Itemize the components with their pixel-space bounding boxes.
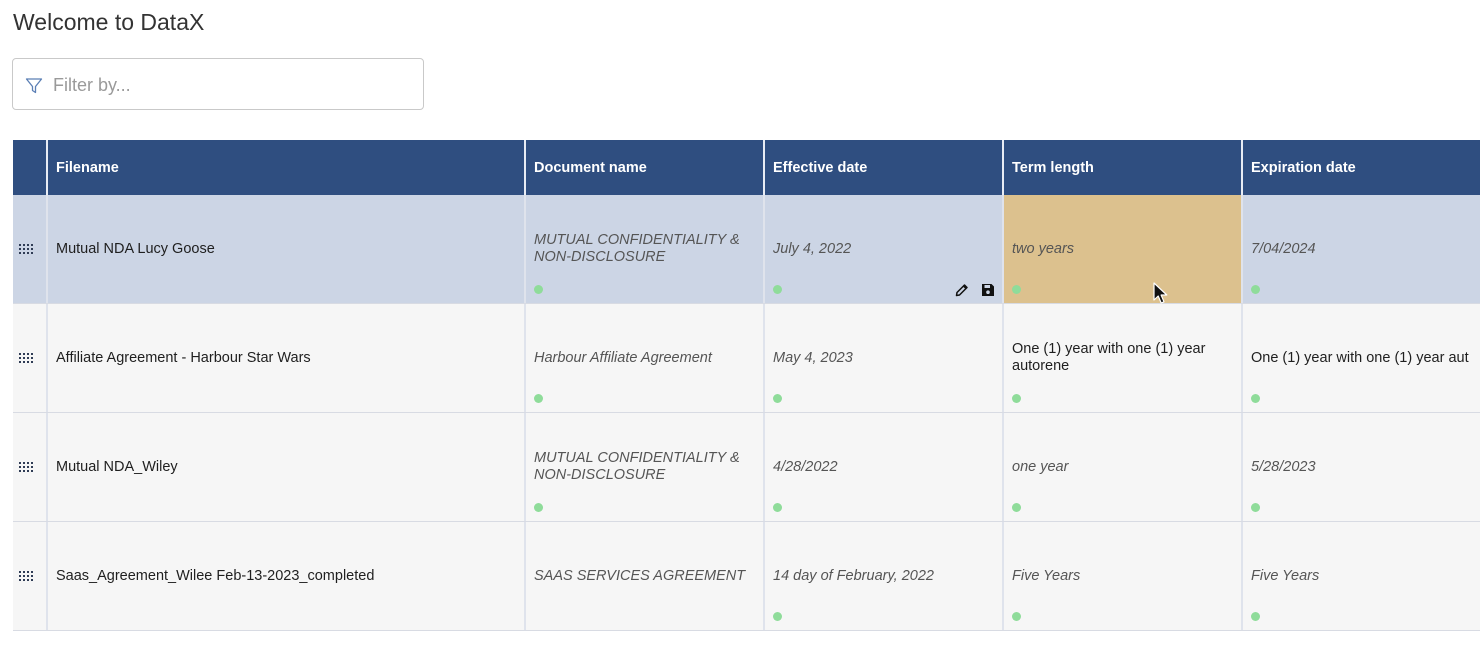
effective-date-text: 14 day of February, 2022	[773, 567, 934, 584]
documents-table: Filename Document name Effective date Te…	[13, 140, 1480, 631]
expiration-date-cell[interactable]: Five Years	[1243, 522, 1480, 630]
column-header-document-name[interactable]: Document name	[526, 140, 765, 195]
status-dot	[534, 503, 543, 512]
expiration-date-cell[interactable]: 7/04/2024	[1243, 195, 1480, 303]
filename-cell[interactable]: Saas_Agreement_Wilee Feb-13-2023_complet…	[48, 522, 526, 630]
filename-cell[interactable]: Mutual NDA_Wiley	[48, 413, 526, 521]
table-row[interactable]: Mutual NDA Lucy Goose MUTUAL CONFIDENTIA…	[13, 195, 1480, 304]
drag-handle-icon	[18, 462, 33, 472]
term-length-cell[interactable]: Five Years	[1004, 522, 1243, 630]
cell-actions	[954, 282, 996, 298]
status-dot	[534, 285, 543, 294]
filename-text: Saas_Agreement_Wilee Feb-13-2023_complet…	[56, 567, 375, 584]
column-header-effective-date[interactable]: Effective date	[765, 140, 1004, 195]
term-length-text: two years	[1012, 240, 1075, 257]
document-name-text: MUTUAL CONFIDENTIALITY & NON-DISCLOSURE	[534, 450, 740, 483]
drag-handle-icon	[18, 244, 33, 254]
status-dot	[1251, 612, 1260, 621]
row-drag-handle[interactable]	[13, 195, 48, 303]
expiration-date-text: One (1) year with one (1) year aut	[1251, 349, 1469, 366]
mouse-cursor-icon	[1153, 282, 1168, 304]
filename-text: Affiliate Agreement - Harbour Star Wars	[56, 349, 311, 366]
status-dot	[1012, 612, 1021, 621]
effective-date-cell[interactable]: 14 day of February, 2022	[765, 522, 1004, 630]
status-dot	[773, 503, 782, 512]
status-dot	[773, 612, 782, 621]
filter-box[interactable]	[12, 58, 424, 111]
table-row[interactable]: Saas_Agreement_Wilee Feb-13-2023_complet…	[13, 522, 1480, 631]
page-title: Welcome to DataX	[13, 9, 205, 35]
document-name-cell[interactable]: MUTUAL CONFIDENTIALITY & NON-DISCLOSURE	[526, 413, 765, 521]
filename-cell[interactable]: Affiliate Agreement - Harbour Star Wars	[48, 304, 526, 412]
status-dot	[1251, 394, 1260, 403]
status-dot	[773, 285, 782, 294]
document-name-cell[interactable]: SAAS SERVICES AGREEMENT	[526, 522, 765, 630]
term-length-cell[interactable]: One (1) year with one (1) year autorene	[1004, 304, 1243, 412]
effective-date-text: May 4, 2023	[773, 349, 853, 366]
status-dot	[1012, 503, 1021, 512]
term-length-cell[interactable]: one year	[1004, 413, 1243, 521]
row-drag-handle[interactable]	[13, 413, 48, 521]
status-dot	[773, 394, 782, 403]
drag-handle-icon	[18, 571, 33, 581]
row-drag-handle[interactable]	[13, 304, 48, 412]
term-length-text: One (1) year with one (1) year autorene	[1012, 341, 1206, 374]
column-header-term-length[interactable]: Term length	[1004, 140, 1243, 195]
status-dot	[1251, 285, 1260, 294]
drag-handle-icon	[18, 353, 33, 363]
column-header-expiration-date[interactable]: Expiration date	[1243, 140, 1480, 195]
effective-date-cell[interactable]: July 4, 2022	[765, 195, 1004, 303]
document-name-text: MUTUAL CONFIDENTIALITY & NON-DISCLOSURE	[534, 232, 740, 265]
expiration-date-text: 5/28/2023	[1251, 458, 1316, 475]
table-row[interactable]: Mutual NDA_Wiley MUTUAL CONFIDENTIALITY …	[13, 413, 1480, 522]
status-dot	[1012, 394, 1021, 403]
document-name-text: Harbour Affiliate Agreement	[534, 349, 712, 366]
row-drag-handle[interactable]	[13, 522, 48, 630]
expiration-date-cell[interactable]: One (1) year with one (1) year aut	[1243, 304, 1480, 412]
document-name-text: SAAS SERVICES AGREEMENT	[534, 567, 746, 584]
status-dot	[1251, 503, 1260, 512]
effective-date-text: 4/28/2022	[773, 458, 838, 475]
term-length-text: one year	[1012, 458, 1069, 475]
effective-date-text: July 4, 2022	[773, 240, 852, 257]
table-header: Filename Document name Effective date Te…	[13, 140, 1480, 195]
document-name-cell[interactable]: MUTUAL CONFIDENTIALITY & NON-DISCLOSURE	[526, 195, 765, 303]
effective-date-cell[interactable]: 4/28/2022	[765, 413, 1004, 521]
effective-date-cell[interactable]: May 4, 2023	[765, 304, 1004, 412]
status-dot	[534, 394, 543, 403]
expiration-date-text: 7/04/2024	[1251, 240, 1316, 257]
filter-input[interactable]	[51, 59, 415, 111]
save-icon[interactable]	[980, 282, 996, 298]
document-name-cell[interactable]: Harbour Affiliate Agreement	[526, 304, 765, 412]
column-header-filename[interactable]: Filename	[48, 140, 526, 195]
header-drag-column	[13, 140, 48, 195]
term-length-text: Five Years	[1012, 567, 1081, 584]
filename-text: Mutual NDA_Wiley	[56, 458, 178, 475]
filename-cell[interactable]: Mutual NDA Lucy Goose	[48, 195, 526, 303]
status-dot	[1012, 285, 1021, 294]
expiration-date-text: Five Years	[1251, 567, 1320, 584]
filter-icon	[25, 78, 43, 94]
pencil-icon[interactable]	[954, 282, 970, 298]
filename-text: Mutual NDA Lucy Goose	[56, 240, 215, 257]
term-length-cell[interactable]: two years	[1004, 195, 1243, 303]
expiration-date-cell[interactable]: 5/28/2023	[1243, 413, 1480, 521]
table-row[interactable]: Affiliate Agreement - Harbour Star Wars …	[13, 304, 1480, 413]
